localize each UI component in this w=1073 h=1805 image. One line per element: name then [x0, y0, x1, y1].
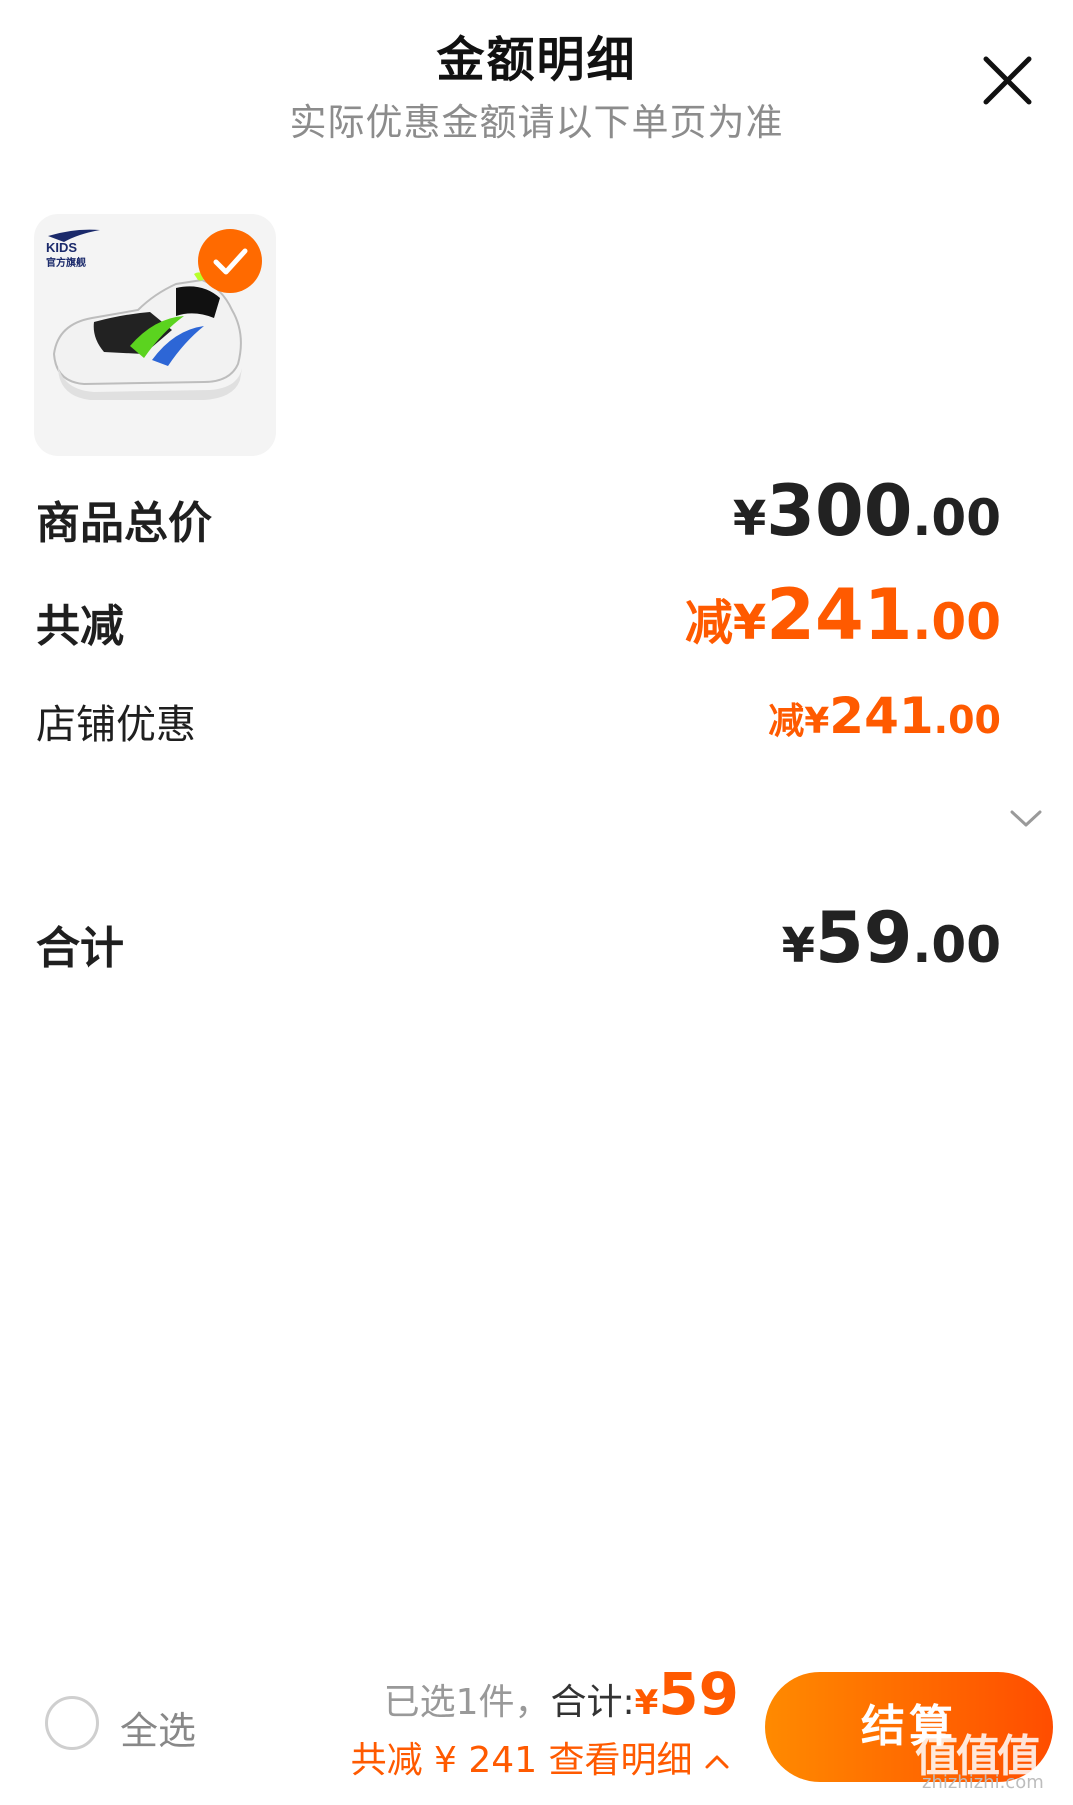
- select-all-label[interactable]: 全选: [120, 1700, 196, 1755]
- total-price-value: ¥300.00: [733, 470, 1001, 552]
- total-discount-label: 共减: [36, 601, 124, 652]
- total-price-label: 商品总价: [36, 498, 212, 549]
- shop-discount-dec: .00: [933, 698, 1001, 742]
- total-price-yen: ¥: [732, 491, 767, 547]
- total-price-int: 300: [766, 470, 913, 552]
- view-details-link[interactable]: 共减 ¥ 241 查看明细: [351, 1731, 730, 1783]
- sum-value: ¥59.00: [782, 897, 1001, 979]
- footer-sum-value: 59: [658, 1660, 739, 1728]
- close-button[interactable]: [980, 53, 1035, 108]
- sum-label: 合计: [36, 923, 124, 974]
- total-discount-prefix: 减¥: [684, 595, 767, 651]
- close-icon: [983, 56, 1032, 105]
- select-all-checkbox[interactable]: [45, 1696, 99, 1750]
- footer-sum-label: 合计:: [550, 1682, 635, 1723]
- brand-logo-text: KIDS: [46, 240, 77, 255]
- page-title: 金额明细: [436, 32, 637, 88]
- footer-summary: 已选1件，合计:¥59: [384, 1660, 739, 1728]
- footer-discount-text: 共减 ¥ 241 查看明细: [350, 1740, 693, 1781]
- chevron-down-icon: [1010, 810, 1042, 827]
- selected-count: 已选1件，: [383, 1682, 551, 1723]
- sum-int: 59: [815, 897, 913, 979]
- shop-discount-prefix: 减¥: [768, 701, 830, 742]
- shop-discount-label: 店铺优惠: [36, 702, 196, 748]
- footer-sum-yen: ¥: [634, 1683, 659, 1723]
- checkmark-icon: [213, 248, 248, 275]
- total-discount-dec: .00: [912, 593, 1001, 651]
- sum-yen: ¥: [781, 918, 815, 974]
- shop-discount-int: 241: [829, 687, 934, 745]
- total-price-dec: .00: [912, 489, 1001, 547]
- chevron-up-icon: [705, 1755, 729, 1769]
- total-discount-int: 241: [766, 574, 913, 656]
- shop-discount-value[interactable]: 减¥241.00: [768, 687, 1001, 745]
- sum-dec: .00: [912, 916, 1001, 974]
- watermark-url: zhizhizhi.com: [922, 1772, 1044, 1793]
- product-selected-checkbox[interactable]: [198, 229, 262, 293]
- brand-logo-sub: 官方旗舰: [46, 256, 86, 269]
- total-discount-value: 减¥241.00: [685, 574, 1001, 656]
- page-subtitle: 实际优惠金额请以下单页为准: [289, 101, 784, 144]
- shop-discount-expand[interactable]: [1008, 808, 1044, 830]
